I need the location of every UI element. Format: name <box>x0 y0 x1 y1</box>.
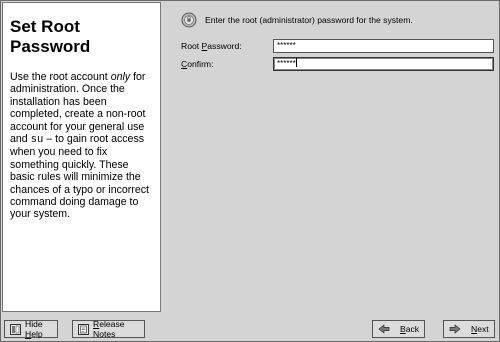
intro-text: Enter the root (administrator) password … <box>205 15 413 25</box>
text-caret <box>295 58 297 67</box>
help-title: Set Root Password <box>10 17 91 56</box>
label-part: elp <box>31 329 43 339</box>
notes-icon <box>78 323 89 335</box>
help-text-command: su <box>30 134 44 147</box>
button-bar: Hide Help Release Notes Back Next <box>2 312 498 341</box>
intro-line: Enter the root (administrator) password … <box>181 11 413 29</box>
root-password-row: Root Password: ****** <box>181 39 494 53</box>
release-notes-button[interactable]: Release Notes <box>72 319 145 339</box>
shield-badge-icon <box>181 11 197 29</box>
label-part: ext <box>477 324 489 334</box>
label-part: Root <box>181 41 202 51</box>
hide-help-label: Hide Help <box>25 319 52 339</box>
installer-window: Set Root Password Use the root account o… <box>0 0 500 342</box>
help-panel: Set Root Password Use the root account o… <box>2 2 161 312</box>
confirm-row: Confirm: ****** <box>181 57 494 71</box>
release-notes-label: Release Notes <box>93 319 139 339</box>
next-button[interactable]: Next <box>443 320 495 338</box>
label-part: assword: <box>207 41 242 51</box>
confirm-label: Confirm: <box>181 59 273 69</box>
label-part: ack <box>405 324 420 334</box>
help-text-part: – to gain root access when you need to f… <box>10 133 149 221</box>
help-text-emphasis: only <box>110 71 131 83</box>
label-part: onfirm: <box>187 59 214 69</box>
root-password-value: ****** <box>277 41 296 50</box>
confirm-password-input[interactable]: ****** <box>273 57 494 71</box>
back-button[interactable]: Back <box>372 320 425 338</box>
label-part: Hide <box>25 319 43 329</box>
help-text: Use the root account only for administra… <box>10 71 154 221</box>
back-arrow-icon <box>378 324 390 334</box>
help-toggle-icon <box>10 323 21 335</box>
hide-help-button[interactable]: Hide Help <box>4 319 58 339</box>
confirm-password-value: ****** <box>277 59 296 68</box>
root-password-input[interactable]: ****** <box>273 39 494 53</box>
help-text-part: Use the root account <box>10 71 111 83</box>
next-arrow-icon <box>449 324 461 334</box>
next-label: Next <box>471 324 489 334</box>
root-password-label: Root Password: <box>181 41 273 51</box>
back-label: Back <box>400 324 419 334</box>
main-content: Enter the root (administrator) password … <box>163 2 498 312</box>
